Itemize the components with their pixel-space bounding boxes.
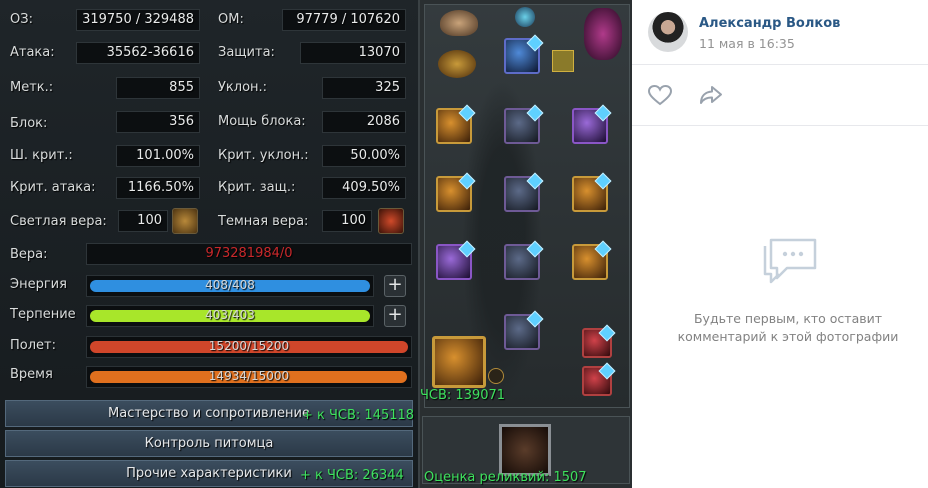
crit-chance-value: 101.00% bbox=[116, 145, 200, 167]
gloves-slot[interactable] bbox=[572, 104, 612, 144]
accuracy-value: 855 bbox=[116, 77, 200, 99]
hp-value: 319750 / 329488 bbox=[76, 9, 200, 31]
evasion-label: Уклон.: bbox=[218, 80, 268, 95]
light-faith-value: 100 bbox=[118, 210, 168, 232]
game-screenshot: ОЗ: 319750 / 329488 ОМ: 97779 / 107620 А… bbox=[0, 0, 632, 488]
other-bonus-text: + к ЧСВ: 26344 bbox=[300, 468, 404, 483]
book-slot[interactable] bbox=[572, 240, 612, 280]
defense-value: 13070 bbox=[300, 42, 406, 64]
block-power-value: 2086 bbox=[322, 111, 406, 133]
offhand-slot[interactable] bbox=[436, 240, 476, 280]
patience-value: 403/403 bbox=[205, 308, 255, 322]
divider bbox=[632, 125, 928, 126]
defense-label: Защита: bbox=[218, 45, 275, 60]
faith-label: Вера: bbox=[10, 247, 48, 262]
crit-evasion-value: 50.00% bbox=[322, 145, 406, 167]
mask-icon bbox=[438, 50, 476, 78]
other-stats-section-label: Прочие характеристики bbox=[126, 466, 292, 481]
relic-rating-text: Оценка реликвий: 1507 bbox=[424, 470, 587, 485]
flight-label: Полет: bbox=[10, 338, 56, 353]
wings-icon bbox=[440, 10, 478, 36]
weapon-slot[interactable] bbox=[436, 104, 476, 144]
divider bbox=[632, 64, 928, 65]
light-faith-medal-icon bbox=[172, 208, 198, 234]
block-value: 356 bbox=[116, 111, 200, 133]
equip-bonus-text: ЧСВ: 139071 bbox=[420, 388, 506, 403]
mp-label: ОМ: bbox=[218, 12, 244, 27]
attack-label: Атака: bbox=[10, 45, 55, 60]
relic-slot[interactable] bbox=[499, 424, 551, 476]
bracers-slot[interactable] bbox=[572, 172, 612, 212]
scythe-slot[interactable] bbox=[436, 172, 476, 212]
energy-label: Энергия bbox=[10, 277, 67, 292]
crit-defense-value: 409.50% bbox=[322, 177, 406, 199]
like-heart-icon[interactable] bbox=[647, 84, 673, 106]
time-value: 14934/15000 bbox=[208, 369, 290, 383]
share-arrow-icon[interactable] bbox=[698, 84, 724, 106]
comments-icon bbox=[763, 238, 817, 284]
crit-attack-label: Крит. атака: bbox=[10, 180, 96, 195]
flight-bar: 15200/15200 bbox=[86, 336, 412, 358]
time-label: Время bbox=[10, 367, 53, 382]
character-stats-panel: ОЗ: 319750 / 329488 ОМ: 97779 / 107620 А… bbox=[0, 0, 418, 488]
mastery-section-label: Мастерство и сопротивление bbox=[108, 406, 310, 421]
pet-dragon-icon bbox=[584, 8, 622, 60]
patience-add-button[interactable]: + bbox=[384, 305, 406, 327]
energy-bar: 408/408 bbox=[86, 275, 374, 297]
ring-slot-1[interactable] bbox=[582, 324, 616, 358]
chest-slot[interactable] bbox=[504, 104, 544, 144]
accuracy-label: Метк.: bbox=[10, 80, 54, 95]
crit-evasion-label: Крит. уклон.: bbox=[218, 148, 309, 163]
light-faith-label: Светлая вера: bbox=[10, 214, 107, 229]
crit-chance-label: Ш. крит.: bbox=[10, 148, 73, 163]
block-label: Блок: bbox=[10, 116, 48, 131]
arrow-icon[interactable] bbox=[488, 368, 504, 384]
time-bar: 14934/15000 bbox=[86, 366, 412, 388]
eye-icon bbox=[552, 50, 574, 72]
crit-defense-label: Крит. защ.: bbox=[218, 180, 296, 195]
pet-control-section-label: Контроль питомца bbox=[144, 436, 274, 451]
faith-value: 973281984/0 bbox=[86, 243, 412, 265]
boots-slot[interactable] bbox=[504, 310, 544, 350]
post-date[interactable]: 11 мая в 16:35 bbox=[699, 36, 795, 51]
patience-label: Терпение bbox=[10, 307, 76, 322]
dark-faith-value: 100 bbox=[322, 210, 372, 232]
swirl-icon bbox=[515, 7, 535, 27]
crit-attack-value: 1166.50% bbox=[116, 177, 200, 199]
energy-add-button[interactable]: + bbox=[384, 275, 406, 297]
hp-label: ОЗ: bbox=[10, 12, 33, 27]
patience-bar: 403/403 bbox=[86, 305, 374, 327]
ring-slot-2[interactable] bbox=[582, 362, 616, 396]
dark-faith-medal-icon bbox=[378, 208, 404, 234]
avatar[interactable] bbox=[648, 12, 688, 52]
author-name-link[interactable]: Александр Волков bbox=[699, 16, 840, 31]
wings-slot[interactable] bbox=[432, 336, 486, 388]
empty-comments-text: Будьте первым, кто оставит комментарий к… bbox=[677, 311, 899, 344]
energy-value: 408/408 bbox=[205, 278, 255, 292]
evasion-value: 325 bbox=[322, 77, 406, 99]
attack-value: 35562-36616 bbox=[76, 42, 200, 64]
block-power-label: Мощь блока: bbox=[218, 114, 306, 129]
belt-slot[interactable] bbox=[504, 172, 544, 212]
legs-slot[interactable] bbox=[504, 240, 544, 280]
dark-faith-label: Темная вера: bbox=[218, 214, 309, 229]
mastery-bonus-text: + к ЧСВ: 145118 bbox=[302, 408, 415, 423]
mp-value: 97779 / 107620 bbox=[282, 9, 406, 31]
head-slot[interactable] bbox=[504, 34, 544, 74]
pet-control-section-button[interactable]: Контроль питомца bbox=[5, 430, 413, 457]
flight-value: 15200/15200 bbox=[208, 339, 290, 353]
